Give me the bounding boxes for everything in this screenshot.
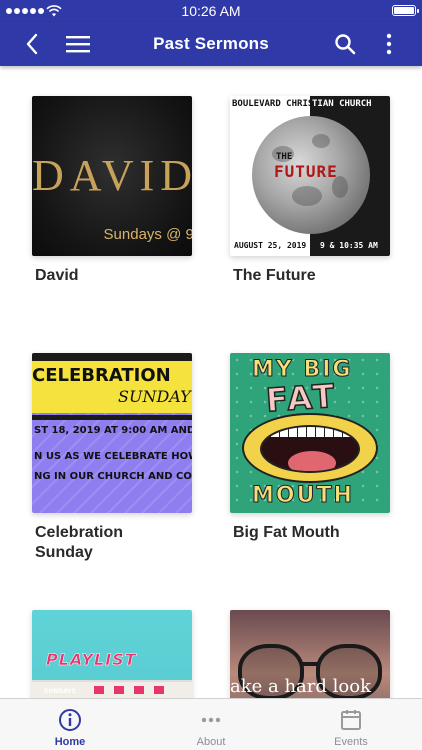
search-button[interactable]	[331, 30, 359, 58]
artwork-schedule: Sundays @ 9:	[103, 226, 192, 243]
tab-events[interactable]: Events	[281, 699, 421, 750]
sermon-card-the-future[interactable]: BOULEVARD CHRIS TIAN CHURCH THE FUTURE A…	[230, 96, 392, 286]
sermon-title: The Future	[233, 267, 316, 284]
battery-icon	[392, 5, 419, 16]
tab-label: About	[196, 736, 226, 748]
sermon-card-big-fat-mouth[interactable]: MY BIG FAT MOUTH Big Fat Mouth	[230, 353, 392, 543]
ellipsis-icon	[201, 717, 221, 723]
sermon-card-playlist[interactable]: PLAYLIST SUNDAYS	[32, 610, 194, 698]
artwork-sunday: SUNDAY	[118, 387, 191, 406]
status-bar: 10:26 AM	[0, 0, 422, 22]
artwork-the: THE	[276, 152, 293, 162]
tab-about[interactable]: About	[141, 699, 281, 750]
artwork-word: DAVID	[32, 151, 192, 200]
sermon-thumbnail: DAVID Sundays @ 9:	[32, 96, 192, 256]
tab-home[interactable]: Home	[0, 699, 140, 750]
artwork-fat: FAT	[264, 376, 339, 420]
sermon-thumbnail: BOULEVARD CHRIS TIAN CHURCH THE FUTURE A…	[230, 96, 390, 256]
sermon-thumbnail: CELEBRATION SUNDAY ST 18, 2019 AT 9:00 A…	[32, 353, 192, 513]
artwork-sundays: SUNDAYS	[44, 688, 76, 695]
sermon-card-celebration-sunday[interactable]: CELEBRATION SUNDAY ST 18, 2019 AT 9:00 A…	[32, 353, 194, 563]
artwork-playlist: PLAYLIST	[46, 650, 137, 670]
tab-bar: Home About Events	[0, 698, 422, 750]
mouth-graphic	[260, 425, 360, 473]
artwork-future: FUTURE	[274, 162, 338, 181]
sermon-grid: DAVID Sundays @ 9: David BOULEVARD CHRIS…	[0, 66, 422, 698]
tab-label: Home	[54, 736, 86, 748]
artwork-mouth: MOUTH	[252, 483, 354, 509]
sermon-card-david[interactable]: DAVID Sundays @ 9: David	[32, 96, 194, 286]
more-options-button[interactable]	[375, 30, 403, 58]
sermon-thumbnail: MY BIG FAT MOUTH	[230, 353, 390, 513]
sermon-title: Big Fat Mouth	[233, 524, 340, 541]
sermon-card-hard-look[interactable]: ake a hard look	[230, 610, 392, 698]
artwork-phrase: ake a hard look	[230, 676, 371, 697]
tab-label: Events	[334, 736, 368, 748]
navigation-bar: Past Sermons	[0, 22, 422, 66]
sermon-thumbnail: PLAYLIST SUNDAYS	[32, 610, 192, 698]
sermon-title: David	[35, 267, 79, 284]
artwork-line: ST 18, 2019 AT 9:00 AM AND 10	[34, 425, 192, 436]
info-circle-icon	[59, 709, 81, 731]
status-time: 10:26 AM	[181, 3, 241, 19]
artwork-times: 9 & 10:35 AM	[320, 241, 378, 250]
sermon-thumbnail: ake a hard look	[230, 610, 390, 698]
artwork-line: NG IN OUR CHURCH AND COMMU	[34, 471, 192, 482]
artwork-header-right: TIAN CHURCH	[312, 99, 372, 109]
sermon-title: Celebration Sunday	[35, 524, 124, 561]
artwork-line: N US AS WE CELEBRATE HOW GO	[34, 451, 192, 462]
artwork-date: AUGUST 25, 2019	[234, 241, 307, 250]
more-vertical-icon	[386, 33, 392, 55]
calendar-icon	[341, 710, 361, 730]
search-icon	[335, 34, 356, 55]
artwork-celebration: CELEBRATION	[32, 365, 171, 386]
